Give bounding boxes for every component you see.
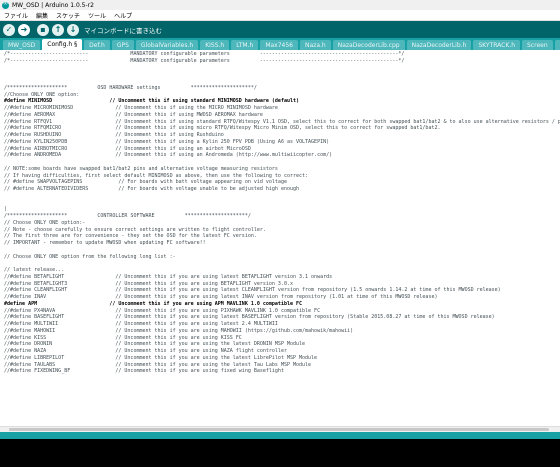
code-line: //#define PX4NAVA // Uncomment this if y… [4, 307, 321, 314]
code-line: //#define BASEFLIGHT // Uncomment this i… [4, 314, 495, 321]
code-line: // NOTE:some boards have swapped bat1/ba… [4, 165, 278, 172]
tab-naza-h[interactable]: Naza.h [300, 40, 331, 50]
code-line: //#define DRONIN // Uncomment this if yo… [4, 341, 306, 348]
tab-ltm-h[interactable]: LTM.h [231, 40, 259, 50]
console-output [0, 439, 560, 467]
code-line: //#define RUSHDUINO // Uncomment this if… [4, 132, 224, 138]
code-line: //#define INAV // Uncomment this if you … [4, 294, 438, 300]
code-line: /*-------------------------- MANDATORY c… [4, 57, 405, 64]
toolbar: ✓ ➜ ▪ ↑ ↓ マイコンボードに書き込む [0, 21, 560, 38]
code-line: //#define AEROMAX // Uncomment this if u… [4, 111, 263, 118]
menu-file[interactable]: ファイル [0, 11, 32, 20]
code-line: | [4, 206, 8, 213]
new-file-icon: ▪ [40, 24, 46, 34]
code-line: // #define ALTERNATEDIVIDERS // For boar… [4, 186, 300, 192]
menu-edit[interactable]: 編集 [32, 11, 52, 20]
tab-nazadecoderlib-h[interactable]: NazaDecoderLib.h [406, 40, 472, 50]
code-line: //#define TAULABS // Uncomment this if y… [4, 361, 312, 368]
checkmark-icon: ✓ [5, 24, 13, 34]
code-line: //#define KYLIN250PDB // Uncomment this … [4, 138, 330, 145]
code-line: //#define ANDROMEDA // Uncomment this if… [4, 152, 333, 159]
code-line: /*-------------------------- MANDATORY c… [4, 51, 405, 57]
code-text: /*-------------------------- MANDATORY c… [4, 51, 560, 375]
tab-globalvariables-h[interactable]: GlobalVariables.h [135, 40, 199, 50]
tab-def-h[interactable]: Def.h [84, 40, 110, 50]
code-line: /******************** OSD HARDWARE setti… [4, 84, 257, 91]
open-button[interactable]: ↑ [52, 23, 64, 36]
tab-skytrack-h[interactable]: SKYTRACK.h [473, 40, 520, 50]
tab-gps[interactable]: GPS [111, 40, 134, 50]
code-line: // Choose ONLY ONE option from the follo… [4, 253, 176, 260]
tab-kiss-h[interactable]: KISS.h [200, 40, 230, 50]
title-bar: MW_OSD | Arduino 1.0.5-r2 [0, 0, 560, 10]
code-line: // Note - choose carefully to ensure cor… [4, 226, 266, 233]
code-line: // latest release... [4, 267, 65, 273]
code-line: #define MINIMOSD // Uncomment this if us… [4, 98, 300, 105]
code-line: //#define LIBREPILOT // Uncomment this i… [4, 354, 318, 361]
code-line: //#define CLEANFLIGHT // Uncomment this … [4, 287, 501, 294]
arrow-down-icon: ↓ [69, 24, 77, 34]
tab-max7456[interactable]: Max7456 [260, 40, 298, 50]
arrow-right-icon: ➜ [20, 24, 28, 34]
code-line: //#define NAZA // Uncomment this if you … [4, 348, 287, 354]
code-line: //#define MAHOWII // Uncomment this if y… [4, 327, 354, 334]
code-line: //#define MICROMINIMOSD // Uncomment thi… [4, 105, 278, 111]
code-line: #define APM // Uncomment this if you are… [4, 300, 303, 307]
code-line: //#define KISS // Uncomment this if you … [4, 334, 242, 341]
tab-serial[interactable]: Serial [554, 40, 560, 50]
tab-bar: MW_OSD Config.h § Def.h GPS GlobalVariables.… [0, 38, 560, 50]
code-line: //#define RTFQV1 // Uncomment this if us… [4, 118, 560, 125]
tab-screen[interactable]: Screen [522, 40, 553, 50]
menu-tools[interactable]: ツール [84, 11, 110, 20]
code-line: //#define BETAFLIGHT // Uncomment this i… [4, 273, 333, 280]
code-line: //Choose ONLY ONE option: [4, 91, 80, 98]
code-line: //#define FIXEDWING_BF // Uncomment this… [4, 368, 284, 375]
code-line: /******************** CONTROLLER SOFTWAR… [4, 213, 251, 219]
menu-bar: ファイル 編集 スケッチ ツール ヘルプ [0, 10, 560, 21]
scrollbar-thumb[interactable] [9, 428, 549, 431]
code-line: // If having difficulties, first select … [4, 172, 309, 179]
arrow-up-icon: ↑ [54, 24, 62, 34]
status-bar [0, 432, 560, 439]
code-line: // #define SWAPVOLTAGEPINS // For boards… [4, 179, 287, 186]
code-line: // IMPORTANT - remember to update MWOSD … [4, 240, 206, 246]
code-editor[interactable]: /*-------------------------- MANDATORY c… [0, 50, 560, 427]
toolbar-status-text: マイコンボードに書き込む [84, 26, 162, 35]
code-line: //#define BETAFLIGHT3 // Uncomment this … [4, 280, 293, 287]
code-line: //#define MULTIWII // Uncomment this if … [4, 321, 278, 327]
code-line: // Choose ONLY ONE option:- [4, 219, 86, 226]
verify-button[interactable]: ✓ [3, 23, 15, 36]
arduino-logo-icon [2, 0, 9, 9]
tab-nazadecoderlib-cpp[interactable]: NazaDecoderLib.cpp [332, 40, 405, 50]
code-line: // The first three are for convenience -… [4, 233, 257, 240]
menu-help[interactable]: ヘルプ [110, 11, 136, 20]
new-button[interactable]: ▪ [37, 23, 49, 36]
menu-sketch[interactable]: スケッチ [52, 11, 84, 20]
code-line: //#define RTFQMICRO // Uncomment this if… [4, 125, 441, 132]
window-title: MW_OSD | Arduino 1.0.5-r2 [12, 1, 94, 9]
tab-config-h[interactable]: Config.h § [42, 39, 83, 50]
save-button[interactable]: ↓ [67, 23, 79, 36]
code-line: //#define AIRBOTMICRO // Uncomment this … [4, 145, 251, 152]
upload-button[interactable]: ➜ [18, 23, 30, 36]
tab-mw-osd[interactable]: MW_OSD [3, 40, 41, 50]
